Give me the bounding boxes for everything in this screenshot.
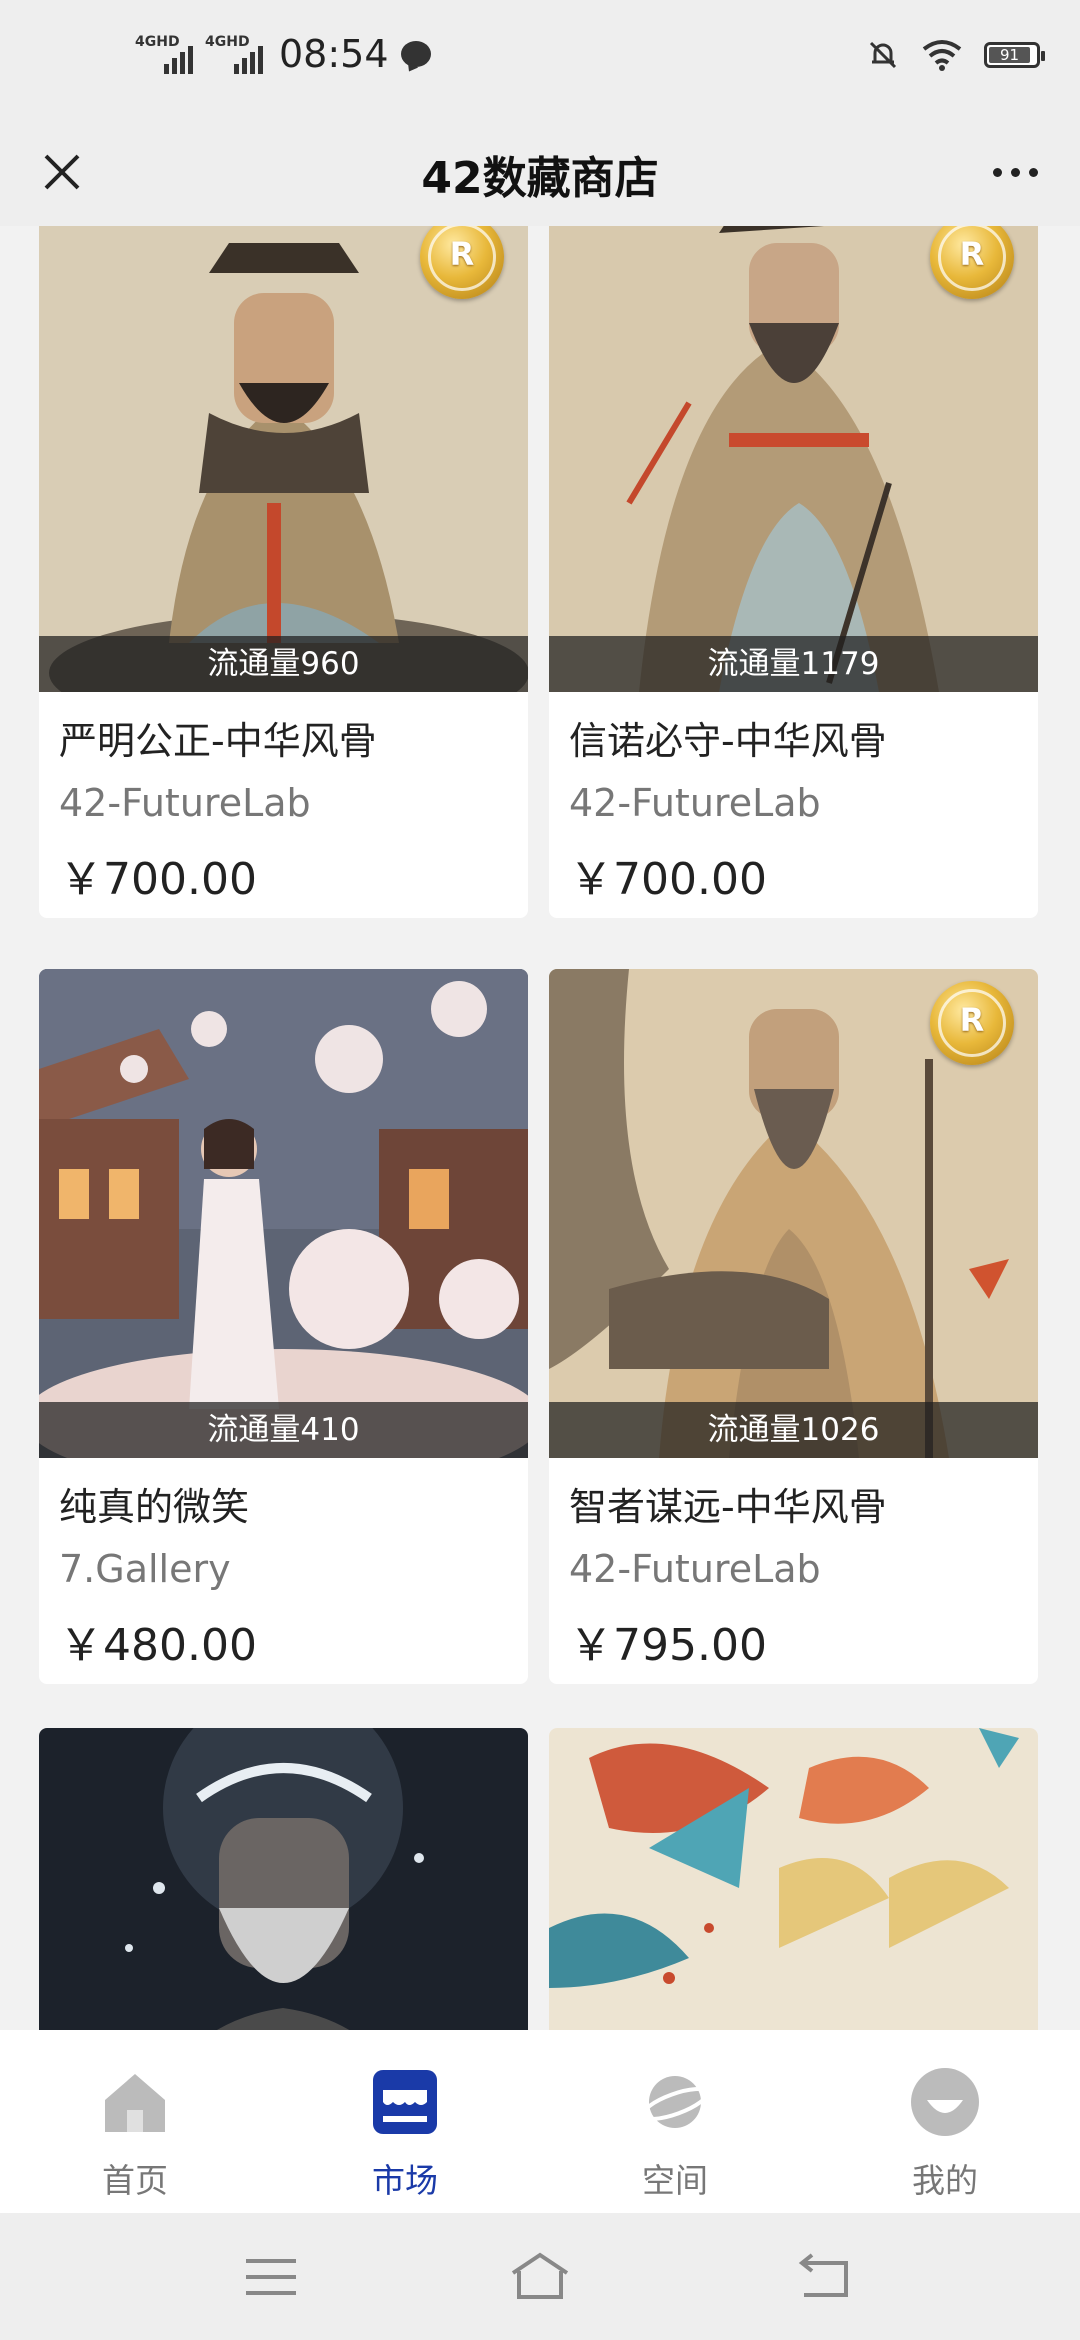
rare-badge-icon: R — [930, 981, 1014, 1065]
product-price: ￥795.00 — [569, 1620, 767, 1671]
product-card[interactable]: 流通量410 纯真的微笑 7.Gallery ￥480.00 — [39, 969, 528, 1684]
message-icon — [400, 41, 431, 67]
bottom-tab-bar: 首页 市场 空间 我的 — [0, 2030, 1080, 2213]
signal-icon: 4GHD — [205, 34, 263, 74]
product-card[interactable] — [39, 1728, 528, 2030]
home-outline-icon — [511, 2252, 569, 2299]
home-nav-button[interactable] — [505, 2249, 575, 2305]
product-name: 智者谋远-中华风骨 — [569, 1485, 887, 1529]
product-name: 严明公正-中华风骨 — [59, 719, 377, 763]
more-dot-icon — [992, 167, 1002, 177]
product-name: 纯真的微笑 — [59, 1485, 250, 1529]
circulation-label: 流通量410 — [39, 1402, 528, 1458]
product-price: ￥480.00 — [59, 1620, 257, 1671]
more-button[interactable] — [980, 140, 1050, 204]
home-icon — [105, 2074, 165, 2132]
page-title: 42数藏商店 — [421, 153, 659, 204]
product-image — [549, 1728, 1038, 2030]
system-nav-bar — [0, 2213, 1080, 2340]
tab-home[interactable]: 首页 — [55, 2066, 215, 2202]
product-card[interactable] — [549, 1728, 1038, 2030]
product-price: ￥700.00 — [59, 854, 257, 905]
product-image: R 流通量960 — [39, 226, 528, 692]
shop-icon — [373, 2070, 437, 2134]
nav-header: 42数藏商店 — [0, 120, 1080, 226]
status-bar: 4GHD 4GHD 08:54 91 — [0, 0, 1080, 120]
more-dot-icon — [1028, 167, 1038, 177]
product-card[interactable]: R 流通量1026 智者谋远-中华风骨 42-FutureLab ￥795.00 — [549, 969, 1038, 1684]
product-brand: 7.Gallery — [59, 1547, 231, 1591]
product-brand: 42-FutureLab — [569, 1547, 821, 1591]
circulation-label: 流通量1179 — [549, 636, 1038, 692]
product-image: R 流通量1026 — [549, 969, 1038, 1458]
more-dot-icon — [1010, 167, 1020, 177]
circulation-label: 流通量960 — [39, 636, 528, 692]
product-name: 信诺必守-中华风骨 — [569, 719, 887, 763]
product-brand: 42-FutureLab — [59, 781, 311, 825]
product-image: R 流通量1179 — [549, 226, 1038, 692]
product-image: 流通量410 — [39, 969, 528, 1458]
battery-icon: 91 — [984, 42, 1045, 68]
product-price: ￥700.00 — [569, 854, 767, 905]
back-button[interactable] — [790, 2249, 860, 2305]
circulation-label: 流通量1026 — [549, 1402, 1038, 1458]
back-icon — [798, 2253, 848, 2297]
tab-space[interactable]: 空间 — [595, 2066, 755, 2202]
signal-icon: 4GHD — [135, 34, 193, 74]
mute-bell-icon — [869, 41, 897, 69]
product-card[interactable]: R 流通量1179 信诺必守-中华风骨 42-FutureLab ￥700.00 — [549, 226, 1038, 918]
tab-mine[interactable]: 我的 — [865, 2066, 1025, 2202]
menu-icon — [246, 2259, 296, 2295]
profile-icon — [911, 2068, 979, 2136]
tab-market[interactable]: 市场 — [325, 2066, 485, 2202]
planet-icon — [640, 2076, 710, 2128]
clock: 08:54 — [279, 32, 389, 76]
product-grid: R 流通量960 严明公正-中华风骨 42-FutureLab ￥700.00 … — [0, 226, 1080, 2030]
menu-button[interactable] — [236, 2249, 306, 2305]
product-image — [39, 1728, 528, 2030]
wifi-icon — [922, 40, 962, 71]
product-card[interactable]: R 流通量960 严明公正-中华风骨 42-FutureLab ￥700.00 — [39, 226, 528, 918]
product-brand: 42-FutureLab — [569, 781, 821, 825]
